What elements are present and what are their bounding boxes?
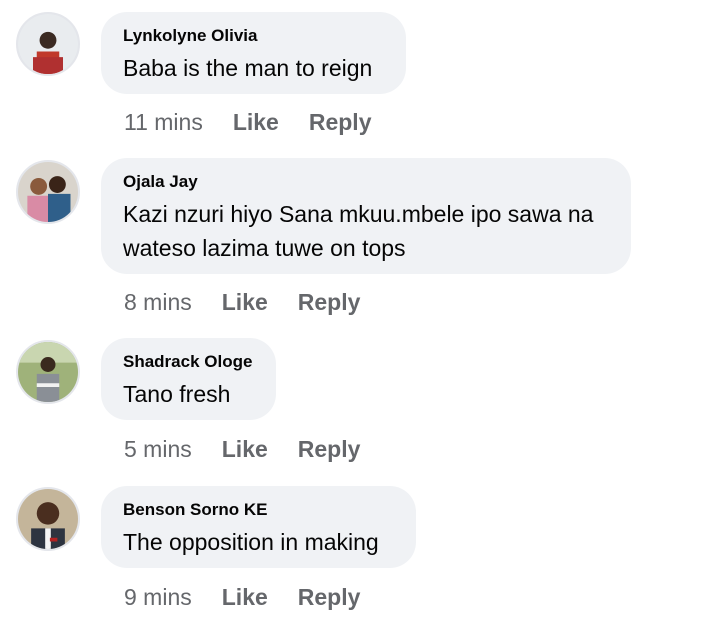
comment-text: Baba is the man to reign	[123, 55, 373, 81]
comment-bubble: Lynkolyne Olivia Baba is the man to reig…	[101, 12, 406, 94]
comment-bubble: Benson Sorno KE The opposition in making	[101, 486, 416, 568]
comment-bubble: Ojala Jay Kazi nzuri hiyo Sana mkuu.mbel…	[101, 158, 631, 274]
user-avatar-icon	[18, 342, 78, 402]
comment-meta: 8 mins Like Reply	[124, 288, 360, 316]
comment-author[interactable]: Shadrack Ologe	[123, 352, 254, 372]
comment-author[interactable]: Benson Sorno KE	[123, 500, 394, 520]
avatar[interactable]	[16, 340, 80, 404]
comment-author[interactable]: Lynkolyne Olivia	[123, 26, 384, 46]
avatar[interactable]	[16, 12, 80, 76]
comment-text: Kazi nzuri hiyo Sana mkuu.mbele ipo sawa…	[123, 201, 594, 261]
comment-meta: 5 mins Like Reply	[124, 435, 360, 463]
user-avatar-icon	[18, 489, 78, 549]
comment-meta: 11 mins Like Reply	[124, 108, 372, 136]
reply-button[interactable]: Reply	[298, 436, 361, 462]
reply-button[interactable]: Reply	[298, 289, 361, 315]
like-button[interactable]: Like	[222, 436, 268, 462]
like-button[interactable]: Like	[222, 289, 268, 315]
comment-time[interactable]: 5 mins	[124, 436, 192, 462]
comment-text: The opposition in making	[123, 529, 379, 555]
comment-author[interactable]: Ojala Jay	[123, 172, 609, 192]
comment-text: Tano fresh	[123, 381, 231, 407]
user-avatar-icon	[18, 162, 78, 222]
comment-time[interactable]: 11 mins	[124, 109, 203, 135]
comment-bubble: Shadrack Ologe Tano fresh	[101, 338, 276, 420]
comment-time[interactable]: 9 mins	[124, 584, 192, 610]
comment-meta: 9 mins Like Reply	[124, 583, 360, 611]
reply-button[interactable]: Reply	[298, 584, 361, 610]
reply-button[interactable]: Reply	[309, 109, 372, 135]
avatar[interactable]	[16, 160, 80, 224]
like-button[interactable]: Like	[222, 584, 268, 610]
comment-time[interactable]: 8 mins	[124, 289, 192, 315]
like-button[interactable]: Like	[233, 109, 279, 135]
user-avatar-icon	[18, 14, 78, 74]
avatar[interactable]	[16, 487, 80, 551]
